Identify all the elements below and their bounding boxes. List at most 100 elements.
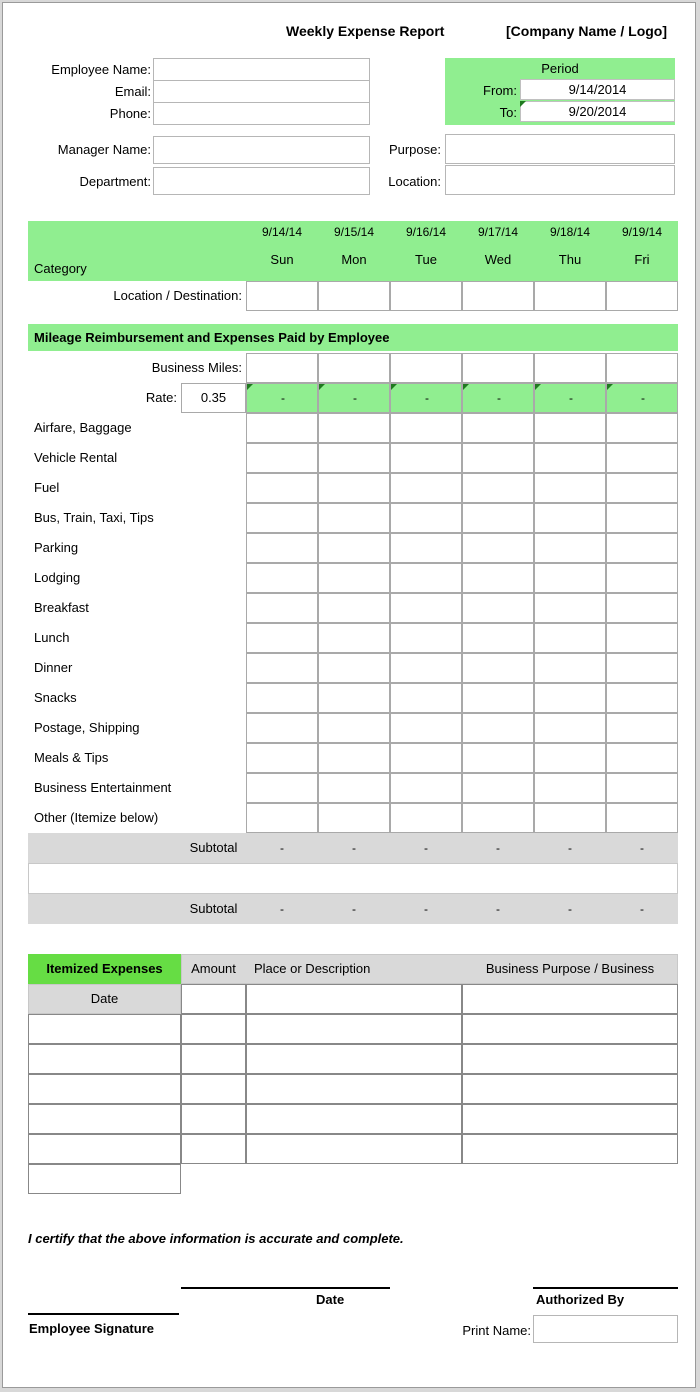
expense-amount-cell[interactable] (246, 443, 318, 473)
expense-amount-cell[interactable] (606, 743, 678, 773)
expense-amount-cell[interactable] (462, 503, 534, 533)
itemized-purpose-cell[interactable] (462, 1134, 678, 1164)
itemized-amount-cell[interactable] (181, 984, 246, 1014)
expense-amount-cell[interactable] (318, 623, 390, 653)
itemized-place-cell[interactable] (246, 1014, 462, 1044)
itemized-purpose-cell[interactable] (462, 1014, 678, 1044)
expense-amount-cell[interactable] (534, 623, 606, 653)
expense-amount-cell[interactable] (246, 593, 318, 623)
business-miles-cell[interactable] (606, 353, 678, 383)
expense-amount-cell[interactable] (534, 773, 606, 803)
itemized-amount-cell[interactable] (181, 1134, 246, 1164)
expense-amount-cell[interactable] (318, 743, 390, 773)
expense-amount-cell[interactable] (606, 443, 678, 473)
itemized-date-cell[interactable] (28, 1074, 181, 1104)
location-destination-cell[interactable] (534, 281, 606, 311)
print-name-field[interactable] (533, 1315, 678, 1343)
itemized-date-cell[interactable] (28, 1044, 181, 1074)
expense-amount-cell[interactable] (606, 503, 678, 533)
expense-amount-cell[interactable] (534, 563, 606, 593)
itemized-date-cell[interactable] (28, 1104, 181, 1134)
itemized-place-cell[interactable] (246, 984, 462, 1014)
itemized-purpose-cell[interactable] (462, 1044, 678, 1074)
expense-amount-cell[interactable] (318, 593, 390, 623)
expense-amount-cell[interactable] (534, 413, 606, 443)
itemized-place-cell[interactable] (246, 1074, 462, 1104)
expense-amount-cell[interactable] (390, 623, 462, 653)
expense-amount-cell[interactable] (390, 683, 462, 713)
itemized-purpose-cell[interactable] (462, 1104, 678, 1134)
itemized-place-cell[interactable] (246, 1134, 462, 1164)
itemized-place-cell[interactable] (246, 1044, 462, 1074)
expense-amount-cell[interactable] (318, 473, 390, 503)
expense-amount-cell[interactable] (318, 533, 390, 563)
department-field[interactable] (153, 167, 370, 195)
expense-amount-cell[interactable] (462, 803, 534, 833)
rate-value-field[interactable]: 0.35 (181, 383, 246, 413)
itemized-date-cell[interactable] (28, 1014, 181, 1044)
expense-amount-cell[interactable] (534, 803, 606, 833)
expense-amount-cell[interactable] (390, 713, 462, 743)
itemized-purpose-cell[interactable] (462, 984, 678, 1014)
expense-amount-cell[interactable] (462, 563, 534, 593)
location-destination-cell[interactable] (318, 281, 390, 311)
location-field[interactable] (445, 165, 675, 195)
expense-amount-cell[interactable] (462, 713, 534, 743)
expense-amount-cell[interactable] (462, 413, 534, 443)
expense-amount-cell[interactable] (534, 503, 606, 533)
expense-amount-cell[interactable] (534, 713, 606, 743)
business-miles-cell[interactable] (246, 353, 318, 383)
expense-amount-cell[interactable] (246, 743, 318, 773)
business-miles-cell[interactable] (462, 353, 534, 383)
expense-amount-cell[interactable] (462, 683, 534, 713)
expense-amount-cell[interactable] (462, 443, 534, 473)
expense-amount-cell[interactable] (318, 563, 390, 593)
expense-amount-cell[interactable] (390, 593, 462, 623)
expense-amount-cell[interactable] (606, 563, 678, 593)
expense-amount-cell[interactable] (534, 683, 606, 713)
expense-amount-cell[interactable] (606, 773, 678, 803)
business-miles-cell[interactable] (318, 353, 390, 383)
expense-amount-cell[interactable] (390, 773, 462, 803)
itemized-date-cell[interactable] (28, 1164, 181, 1194)
expense-amount-cell[interactable] (246, 713, 318, 743)
expense-amount-cell[interactable] (534, 593, 606, 623)
expense-amount-cell[interactable] (246, 533, 318, 563)
expense-amount-cell[interactable] (318, 443, 390, 473)
expense-amount-cell[interactable] (318, 503, 390, 533)
purpose-field[interactable] (445, 134, 675, 164)
location-destination-cell[interactable] (390, 281, 462, 311)
expense-amount-cell[interactable] (390, 473, 462, 503)
business-miles-cell[interactable] (534, 353, 606, 383)
expense-amount-cell[interactable] (606, 653, 678, 683)
expense-amount-cell[interactable] (606, 593, 678, 623)
expense-amount-cell[interactable] (390, 653, 462, 683)
itemized-purpose-cell[interactable] (462, 1074, 678, 1104)
expense-amount-cell[interactable] (534, 443, 606, 473)
expense-amount-cell[interactable] (318, 803, 390, 833)
expense-amount-cell[interactable] (534, 743, 606, 773)
expense-amount-cell[interactable] (462, 743, 534, 773)
expense-amount-cell[interactable] (246, 563, 318, 593)
expense-amount-cell[interactable] (462, 473, 534, 503)
location-destination-cell[interactable] (462, 281, 534, 311)
expense-amount-cell[interactable] (606, 803, 678, 833)
expense-amount-cell[interactable] (462, 623, 534, 653)
expense-amount-cell[interactable] (390, 443, 462, 473)
expense-amount-cell[interactable] (462, 653, 534, 683)
expense-amount-cell[interactable] (534, 653, 606, 683)
employee-name-field[interactable] (153, 58, 370, 81)
period-to-field[interactable]: 9/20/2014 (520, 101, 675, 122)
expense-amount-cell[interactable] (246, 413, 318, 443)
expense-amount-cell[interactable] (462, 533, 534, 563)
expense-amount-cell[interactable] (606, 713, 678, 743)
expense-amount-cell[interactable] (246, 653, 318, 683)
itemized-place-cell[interactable] (246, 1104, 462, 1134)
itemized-amount-cell[interactable] (181, 1074, 246, 1104)
expense-amount-cell[interactable] (318, 713, 390, 743)
itemized-amount-cell[interactable] (181, 1044, 246, 1074)
period-from-field[interactable]: 9/14/2014 (520, 79, 675, 100)
business-miles-cell[interactable] (390, 353, 462, 383)
expense-amount-cell[interactable] (318, 773, 390, 803)
expense-amount-cell[interactable] (390, 743, 462, 773)
